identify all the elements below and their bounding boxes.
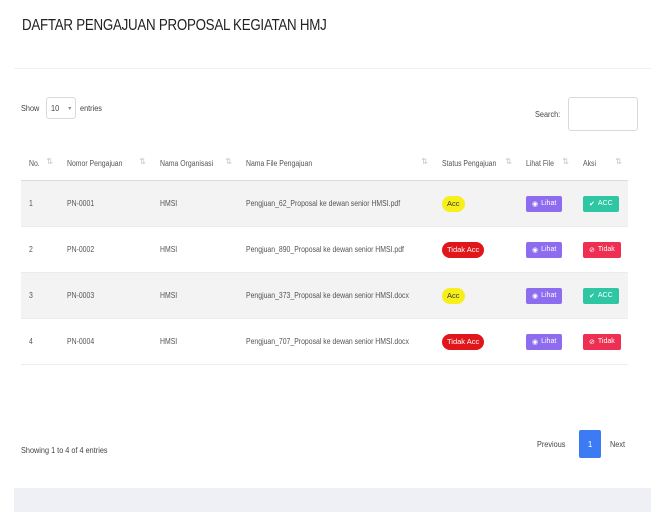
eye-icon: ◉ [532, 246, 539, 254]
lihat-button-label: Lihat [541, 292, 557, 299]
tidak-button-label: Tidak [597, 338, 615, 345]
entries-select[interactable]: 10 ▾ [46, 97, 77, 119]
column-header-label: No. [29, 158, 40, 168]
status-badge: Acc [442, 195, 465, 212]
lihat-file-button[interactable]: ◉ Lihat [526, 287, 563, 304]
column-header-label: Nama Organisasi [160, 158, 214, 168]
sort-icon: ⇅ [562, 157, 569, 166]
column-header-no[interactable]: No. ⇅ [21, 146, 59, 181]
ban-icon: ⊘ [589, 246, 595, 254]
table-info: Showing 1 to 4 of 4 entries [21, 445, 108, 455]
table-row: 3 PN-0003 HMSI Pengjuan_373_Proposal ke … [21, 272, 628, 319]
entries-label: entries [80, 103, 103, 113]
page-button-current[interactable]: 1 [579, 430, 602, 458]
sort-icon: ⇅ [139, 157, 146, 166]
pagination: Previous 1 Next [537, 430, 628, 458]
cell-nomor: PN-0004 [59, 318, 152, 365]
cell-organisasi: HMSI [152, 272, 238, 319]
eye-icon: ◉ [532, 200, 539, 208]
cell-no: 4 [21, 318, 59, 365]
cell-file: Pengjuan_62_Proposal ke dewan senior HMS… [238, 180, 434, 227]
cell-aksi: ⊘ Tidak [575, 318, 628, 365]
check-icon: ✔ [589, 292, 595, 300]
search-label: Search: [535, 109, 561, 119]
search-box: Search: [535, 97, 639, 131]
cell-lihat: ◉ Lihat [518, 318, 575, 365]
next-page-link[interactable]: Next [610, 439, 625, 449]
lihat-file-button[interactable]: ◉ Lihat [526, 241, 563, 258]
lihat-file-button[interactable]: ◉ Lihat [526, 333, 563, 350]
proposal-table: No. ⇅ Nomor Pengajuan ⇅ Nama Organisasi ⇅ N… [21, 146, 628, 365]
sort-icon: ⇅ [421, 157, 428, 166]
column-header-status[interactable]: Status Pengajuan ⇅ [434, 146, 518, 181]
cell-file: Pengjuan_373_Proposal ke dewan senior HM… [238, 272, 434, 319]
eye-icon: ◉ [532, 338, 539, 346]
sort-icon: ⇅ [46, 157, 53, 166]
cell-organisasi: HMSI [152, 226, 238, 273]
column-header-label: Aksi [583, 158, 597, 168]
cell-status: Tidak Acc [434, 318, 518, 365]
column-header-label: Nama File Pengajuan [246, 158, 313, 168]
lihat-button-label: Lihat [541, 338, 557, 345]
cell-aksi: ✔ ACC [575, 272, 628, 319]
cell-lihat: ◉ Lihat [518, 226, 575, 273]
column-header-label: Lihat File [526, 158, 554, 168]
lihat-button-label: Lihat [541, 200, 557, 207]
cell-status: Acc [434, 180, 518, 227]
table-row: 1 PN-0001 HMSI Pengjuan_62_Proposal ke d… [21, 180, 628, 227]
cell-nomor: PN-0001 [59, 180, 152, 227]
status-badge: Acc [442, 287, 465, 304]
previous-page-link[interactable]: Previous [537, 439, 565, 449]
cell-nomor: PN-0002 [59, 226, 152, 273]
lihat-file-button[interactable]: ◉ Lihat [526, 195, 563, 212]
footer-band [14, 488, 651, 512]
cell-file: Pengjuan_707_Proposal ke dewan senior HM… [238, 318, 434, 365]
acc-button[interactable]: ✔ ACC [583, 287, 619, 304]
column-header-label: Nomor Pengajuan [67, 158, 123, 168]
table-header-row: No. ⇅ Nomor Pengajuan ⇅ Nama Organisasi ⇅ N… [21, 146, 628, 181]
column-header-organisasi[interactable]: Nama Organisasi ⇅ [152, 146, 238, 181]
column-header-file[interactable]: Nama File Pengajuan ⇅ [238, 146, 434, 181]
table-row: 4 PN-0004 HMSI Pengjuan_707_Proposal ke … [21, 318, 628, 365]
cell-aksi: ⊘ Tidak [575, 226, 628, 273]
tidak-button-label: Tidak [597, 246, 615, 253]
acc-button-label: ACC [597, 292, 613, 299]
cell-lihat: ◉ Lihat [518, 180, 575, 227]
eye-icon: ◉ [532, 292, 539, 300]
sort-icon: ⇅ [225, 157, 232, 166]
acc-button-label: ACC [597, 200, 613, 207]
tidak-button[interactable]: ⊘ Tidak [583, 333, 621, 350]
column-header-nomor[interactable]: Nomor Pengajuan ⇅ [59, 146, 152, 181]
search-input[interactable] [568, 97, 639, 131]
sort-icon: ⇅ [615, 157, 622, 166]
cell-status: Tidak Acc [434, 226, 518, 273]
sort-icon: ⇅ [505, 157, 512, 166]
chevron-down-icon: ▾ [68, 105, 72, 112]
cell-file: Pengjuan_890_Proposal ke dewan senior HM… [238, 226, 434, 273]
cell-no: 2 [21, 226, 59, 273]
column-header-lihat[interactable]: Lihat File ⇅ [518, 146, 575, 181]
cell-nomor: PN-0003 [59, 272, 152, 319]
cell-organisasi: HMSI [152, 318, 238, 365]
column-header-label: Status Pengajuan [442, 158, 497, 168]
tidak-button[interactable]: ⊘ Tidak [583, 241, 621, 258]
ban-icon: ⊘ [589, 338, 595, 346]
show-label: Show [21, 103, 40, 113]
cell-status: Acc [434, 272, 518, 319]
acc-button[interactable]: ✔ ACC [583, 195, 619, 212]
check-icon: ✔ [589, 200, 595, 208]
entries-select-value: 10 [51, 103, 60, 113]
cell-organisasi: HMSI [152, 180, 238, 227]
page-title: DAFTAR PENGAJUAN PROPOSAL KEGIATAN HMJ [22, 17, 327, 34]
length-menu: Show 10 ▾ entries [21, 96, 106, 120]
lihat-button-label: Lihat [541, 246, 557, 253]
cell-no: 1 [21, 180, 59, 227]
table-row: 2 PN-0002 HMSI Pengjuan_890_Proposal ke … [21, 226, 628, 273]
status-badge: Tidak Acc [442, 333, 485, 350]
cell-lihat: ◉ Lihat [518, 272, 575, 319]
column-header-aksi[interactable]: Aksi ⇅ [575, 146, 628, 181]
cell-no: 3 [21, 272, 59, 319]
status-badge: Tidak Acc [442, 241, 485, 258]
cell-aksi: ✔ ACC [575, 180, 628, 227]
